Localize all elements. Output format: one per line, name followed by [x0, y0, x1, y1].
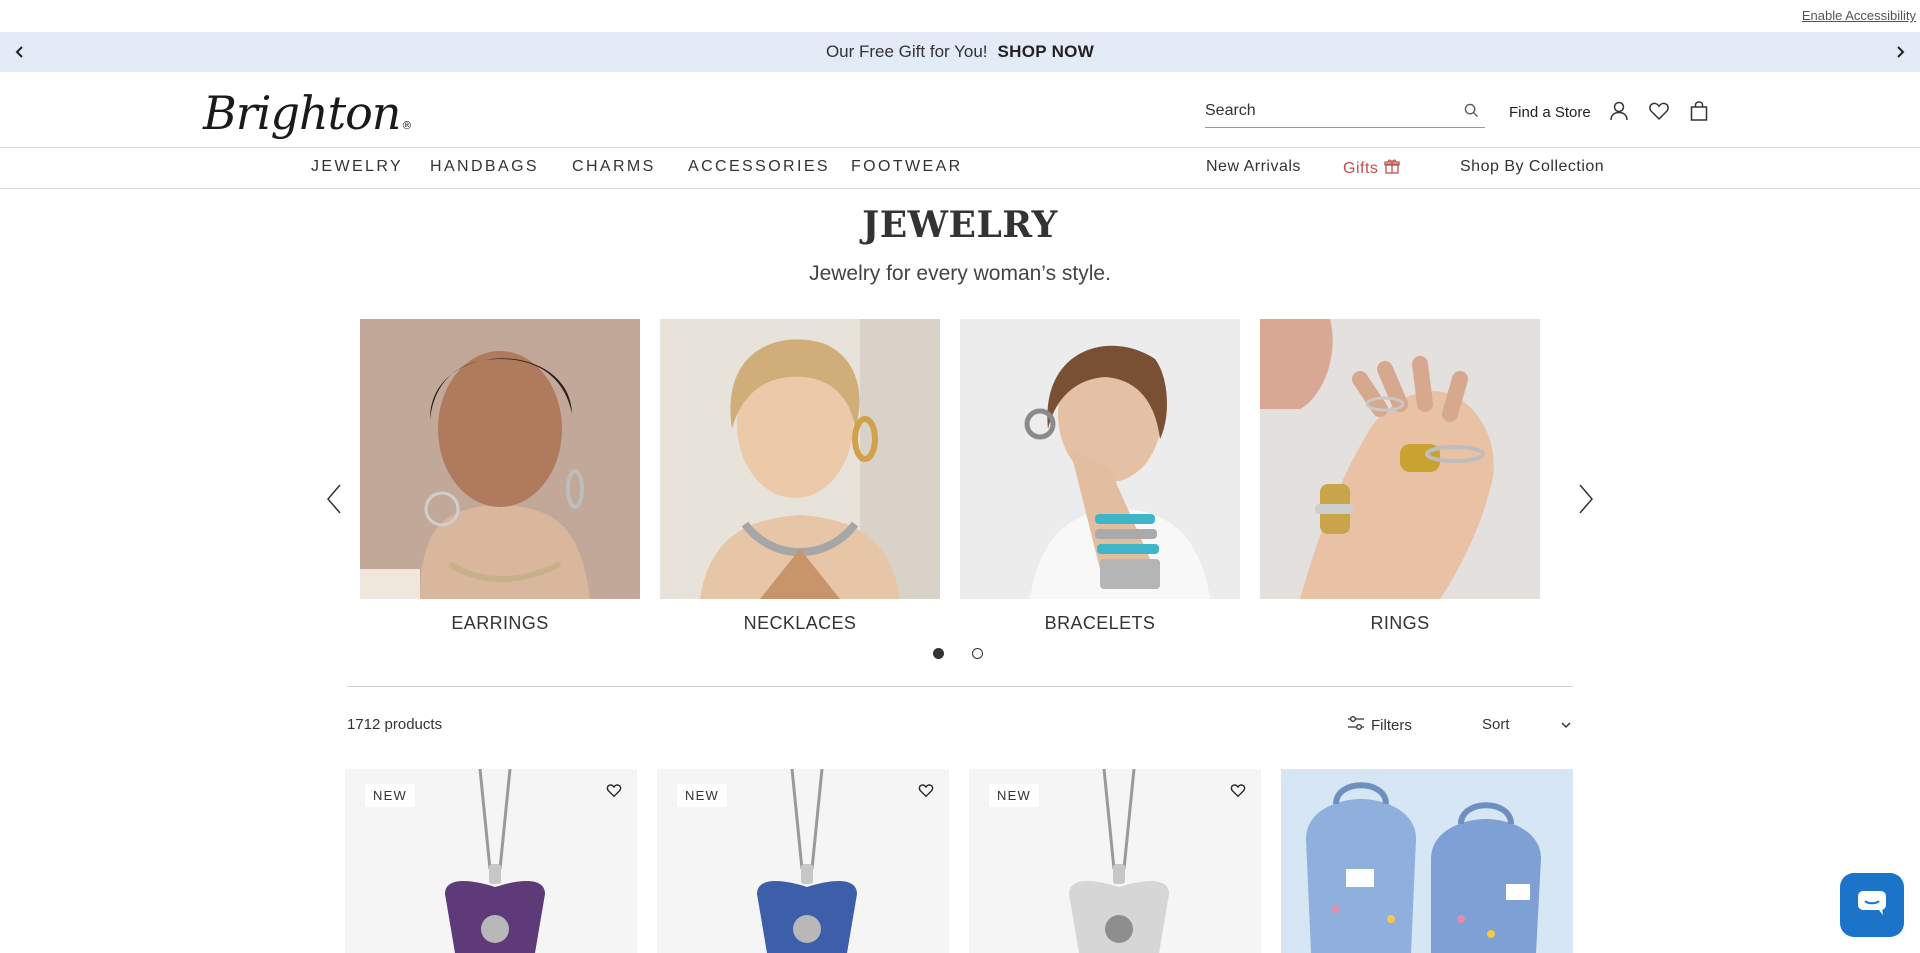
utility-bar: Enable Accessibility: [0, 0, 1920, 32]
nav-footwear[interactable]: FOOTWEAR: [851, 158, 963, 176]
carousel-next-arrow-icon[interactable]: [1571, 482, 1601, 516]
search-icon[interactable]: [1461, 101, 1481, 121]
sort-label: Sort: [1482, 716, 1510, 733]
chevron-down-icon: [1560, 716, 1572, 733]
shopping-bag-icon[interactable]: [1686, 98, 1712, 124]
chat-bubble-icon: [1856, 888, 1888, 923]
promo-prev-arrow-icon[interactable]: [8, 40, 32, 64]
product-card[interactable]: NEW: [657, 769, 949, 953]
carousel-dot-1[interactable]: [933, 648, 944, 659]
nav-new-arrivals[interactable]: New Arrivals: [1206, 158, 1301, 176]
gift-icon: [1384, 158, 1401, 179]
account-icon[interactable]: [1606, 98, 1632, 124]
logo-text: Brighton: [203, 86, 401, 140]
category-label-earrings: EARRINGS: [451, 613, 549, 633]
nav-handbags[interactable]: HANDBAGS: [430, 158, 539, 176]
shop-now-link[interactable]: SHOP NOW: [998, 42, 1095, 62]
brighton-logo[interactable]: Brighton®: [203, 86, 412, 140]
filters-button[interactable]: Filters: [1347, 716, 1412, 734]
nav-shop-by-collection[interactable]: Shop By Collection: [1460, 158, 1604, 176]
nav-gifts[interactable]: Gifts: [1343, 158, 1401, 179]
category-label-bracelets: BRACELETS: [1044, 613, 1156, 633]
find-a-store-link[interactable]: Find a Store: [1509, 104, 1591, 121]
new-badge: NEW: [989, 784, 1039, 807]
carousel-dot-2[interactable]: [972, 648, 983, 659]
sort-dropdown[interactable]: Sort: [1482, 716, 1572, 733]
necklaces-photo: [660, 319, 940, 599]
page-title: JEWELRY: [862, 204, 1058, 246]
filter-sliders-icon: [1347, 716, 1365, 734]
product-card[interactable]: NEW: [345, 769, 637, 953]
nav-accessories[interactable]: ACCESSORIES: [688, 158, 830, 176]
product-count: 1712 products: [347, 716, 443, 733]
page-subtitle: Jewelry for every woman’s style.: [809, 262, 1111, 285]
chat-button[interactable]: [1840, 873, 1904, 937]
carousel-pagination: [933, 648, 983, 659]
search-bar: [1205, 94, 1485, 128]
backpack-image: [1306, 782, 1541, 953]
enable-accessibility-link[interactable]: Enable Accessibility: [1802, 8, 1916, 23]
site-header: Brighton® Find a Store: [0, 72, 1920, 148]
product-card[interactable]: NEW: [969, 769, 1261, 953]
category-label-necklaces: NECKLACES: [743, 613, 857, 633]
category-tile-earrings[interactable]: EARRINGS: [360, 319, 640, 634]
wishlist-heart-icon[interactable]: [603, 779, 625, 801]
product-card[interactable]: [1281, 769, 1573, 953]
carousel-prev-arrow-icon[interactable]: [319, 482, 349, 516]
rings-photo: [1260, 319, 1540, 599]
category-label-rings: RINGS: [1370, 613, 1430, 633]
new-badge: NEW: [365, 784, 415, 807]
filters-label: Filters: [1371, 716, 1412, 734]
category-tile-rings[interactable]: RINGS: [1260, 319, 1540, 634]
promo-text: Our Free Gift for You!: [825, 42, 988, 61]
wishlist-heart-icon[interactable]: [1227, 779, 1249, 801]
section-divider: [347, 686, 1573, 687]
promo-banner: Our Free Gift for You! SHOP NOW: [0, 32, 1920, 72]
main-nav: JEWELRY HANDBAGS CHARMS ACCESSORIES FOOT…: [0, 148, 1920, 189]
wishlist-heart-icon[interactable]: [915, 779, 937, 801]
new-badge: NEW: [677, 784, 727, 807]
nav-jewelry[interactable]: JEWELRY: [311, 158, 403, 176]
category-tile-necklaces[interactable]: NECKLACES: [660, 319, 940, 634]
category-tile-bracelets[interactable]: BRACELETS: [960, 319, 1240, 634]
registered-mark: ®: [401, 119, 412, 132]
nav-charms[interactable]: CHARMS: [572, 158, 656, 176]
earrings-photo: [360, 319, 640, 599]
search-input[interactable]: [1205, 101, 1461, 120]
wishlist-heart-icon[interactable]: [1646, 98, 1672, 124]
bracelets-photo: [960, 319, 1240, 599]
promo-next-arrow-icon[interactable]: [1888, 40, 1912, 64]
nav-gifts-label: Gifts: [1343, 159, 1379, 177]
